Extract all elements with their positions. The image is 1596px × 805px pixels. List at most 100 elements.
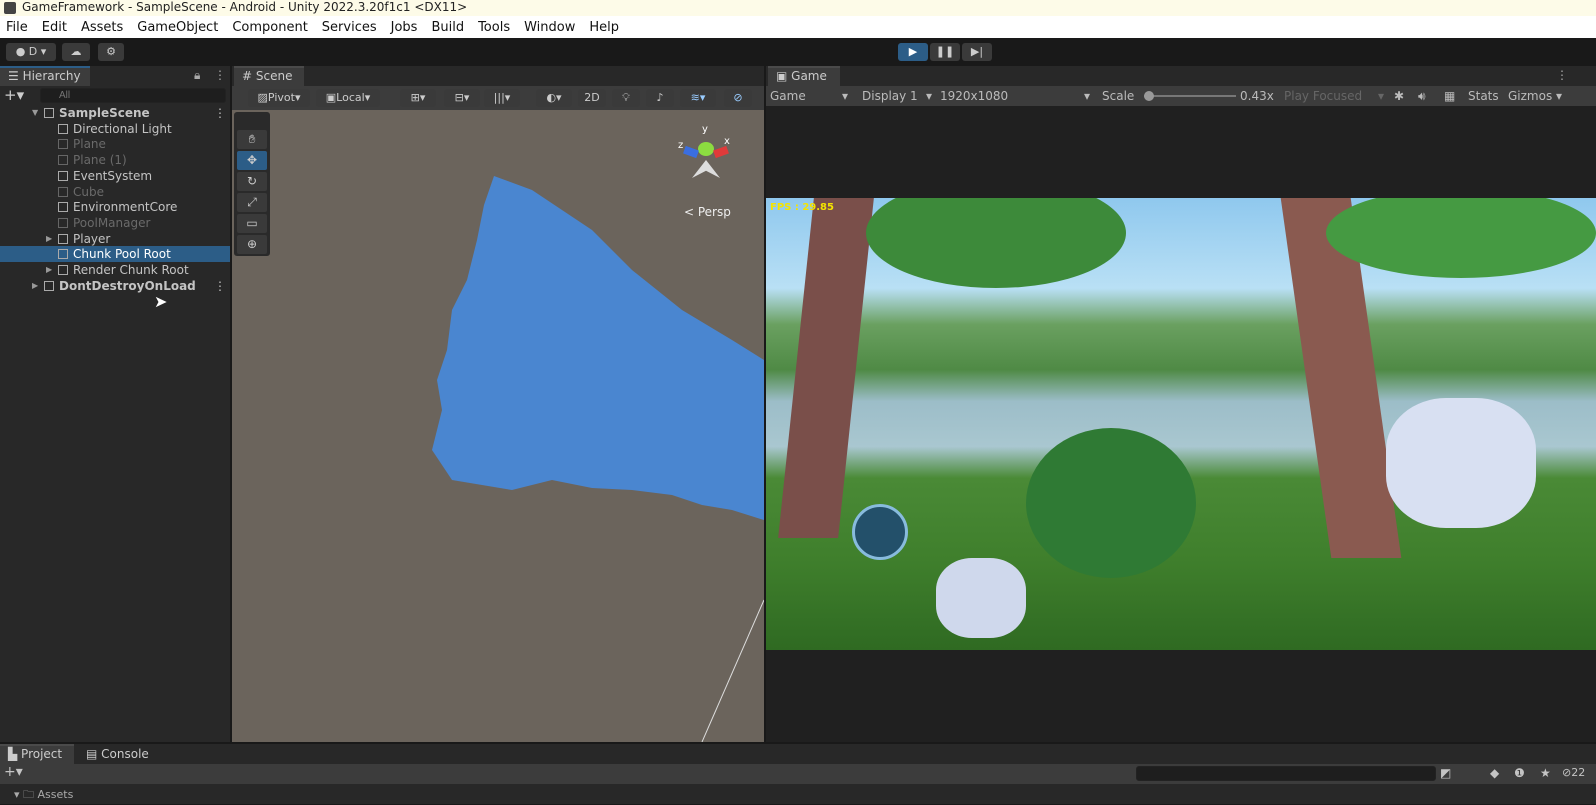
move-tool-icon[interactable]: ✥ — [237, 151, 267, 170]
menu-edit[interactable]: Edit — [42, 20, 67, 35]
assets-label: Assets — [37, 788, 74, 801]
pause-button[interactable]: ❚❚ — [930, 43, 960, 61]
hierarchy-item[interactable]: Chunk Pool Root — [0, 246, 230, 263]
hierarchy-item[interactable]: Plane — [0, 136, 230, 152]
hierarchy-item[interactable]: Cube — [0, 184, 230, 200]
label-icon[interactable]: ◆ — [1490, 766, 1499, 780]
scale-slider[interactable] — [1143, 91, 1236, 101]
star-icon[interactable]: ★ — [1540, 766, 1551, 780]
hierarchy-item[interactable]: ▶ Render Chunk Root — [0, 262, 230, 278]
hidden-count[interactable]: ⊘22 — [1562, 766, 1585, 779]
lighting-icon[interactable]: 💡︎ — [612, 89, 640, 107]
lock-icon[interactable]: 🔒︎ — [194, 68, 200, 83]
scale-tool-icon[interactable]: ⤢ — [237, 193, 267, 212]
hand-tool-icon[interactable]: ✋︎ — [237, 130, 267, 149]
tab-console[interactable]: ▤ Console — [78, 744, 158, 764]
more-icon[interactable]: ⋮ — [1556, 68, 1568, 82]
hierarchy-item-label: EventSystem — [73, 168, 153, 183]
step-button[interactable]: ▶| — [962, 43, 992, 61]
more-icon[interactable]: ⋮ — [214, 278, 226, 294]
play-button[interactable]: ▶ — [898, 43, 928, 61]
hierarchy-item[interactable]: Plane (1) — [0, 152, 230, 168]
bug-icon[interactable]: ✱ — [1394, 86, 1404, 106]
effects-icon[interactable]: ≋▾ — [680, 89, 716, 107]
stats-button[interactable]: Stats — [1468, 86, 1499, 106]
hierarchy-item-label: Chunk Pool Root — [73, 247, 171, 262]
game-viewport[interactable]: FPS : 29.85 — [766, 106, 1596, 742]
local-dropdown[interactable]: ▣Local▾ — [316, 89, 380, 107]
assets-folder[interactable]: ▾ 🗀 Assets — [14, 786, 73, 805]
hierarchy-item[interactable]: ▼ SampleScene ⋮ — [0, 105, 230, 121]
joystick-button[interactable] — [852, 504, 908, 560]
hierarchy-item[interactable]: ▶ DontDestroyOnLoad ⋮ — [0, 278, 230, 294]
menu-component[interactable]: Component — [232, 20, 307, 35]
view-dropdown[interactable]: Game — [770, 86, 806, 106]
tab-project[interactable]: ▙ Project — [0, 744, 74, 764]
scene-visibility-icon[interactable]: ⊘ — [724, 89, 752, 107]
tab-hierarchy[interactable]: ☰ Hierarchy — [0, 66, 90, 86]
mute-audio-icon[interactable]: 🔊︎ — [1418, 86, 1426, 106]
play-mode-dropdown[interactable]: Play Focused — [1284, 86, 1362, 106]
rotate-tool-icon[interactable]: ↻ — [237, 172, 267, 191]
scale-slider-knob[interactable] — [1143, 91, 1154, 101]
display-dropdown[interactable]: Display 1 — [862, 86, 918, 106]
resolution-dropdown[interactable]: 1920x1080 — [940, 86, 1008, 106]
shading-mode-icon[interactable]: ◐▾ — [536, 89, 572, 107]
gizmos-button[interactable]: Gizmos — [1508, 86, 1552, 106]
account-dropdown[interactable]: ● D ▾ — [6, 43, 56, 61]
menu-build[interactable]: Build — [431, 20, 464, 35]
menu-file[interactable]: File — [6, 20, 28, 35]
menu-jobs[interactable]: Jobs — [391, 20, 418, 35]
scene-viewport[interactable]: ✋︎ ✥ ↻ ⤢ ▭ ⊕ y x z < Persp — [232, 110, 764, 742]
menu-gameobject[interactable]: GameObject — [137, 20, 218, 35]
hierarchy-item-label: SampleScene — [59, 106, 150, 120]
toggle-2d-button[interactable]: 2D — [578, 89, 606, 107]
info-icon[interactable]: ❶ — [1514, 766, 1525, 780]
tab-game[interactable]: ▣ Game — [768, 66, 840, 86]
cloud-icon[interactable]: ☁ — [62, 43, 90, 61]
gameobject-icon — [58, 155, 68, 166]
grid-snap-icon[interactable]: ⊞▾ — [400, 89, 436, 107]
orientation-gizmo[interactable]: y x z — [676, 124, 736, 188]
hierarchy-item[interactable]: ▶ Player — [0, 231, 230, 247]
scene-tabbar — [232, 66, 764, 86]
transform-tool-icon[interactable]: ⊕ — [237, 235, 267, 254]
tab-scene[interactable]: # Scene — [234, 66, 304, 86]
grid-icon[interactable]: ▦ — [1444, 86, 1455, 106]
pivot-dropdown[interactable]: ▨Pivot▾ — [248, 89, 310, 107]
menu-assets[interactable]: Assets — [81, 20, 123, 35]
persp-label[interactable]: < Persp — [684, 205, 731, 219]
rock — [936, 558, 1026, 638]
rock — [1386, 398, 1536, 528]
menu-help[interactable]: Help — [589, 20, 619, 35]
settings-icon[interactable]: ⚙ — [98, 43, 124, 61]
add-button[interactable]: +▾ — [4, 86, 24, 104]
menu-tools[interactable]: Tools — [478, 20, 510, 35]
more-icon[interactable]: ⋮ — [214, 105, 226, 121]
expand-arrow-icon[interactable]: ▶ — [32, 278, 38, 294]
hierarchy-item[interactable]: PoolManager — [0, 215, 230, 231]
search-by-type-icon[interactable]: ◩ — [1440, 766, 1451, 780]
game-tabbar — [766, 66, 1596, 86]
hierarchy-item[interactable]: Directional Light — [0, 121, 230, 137]
project-search-input[interactable] — [1136, 766, 1436, 781]
scene-toolbar: ▨Pivot▾ ▣Local▾ ⊞▾ ⊟▾ |||▾ ◐▾ 2D 💡︎ ♪ ≋▾… — [232, 86, 764, 110]
hierarchy-item[interactable]: EnvironmentCore — [0, 199, 230, 215]
add-button[interactable]: +▾ — [4, 764, 23, 780]
menu-services[interactable]: Services — [322, 20, 377, 35]
hierarchy-search-input[interactable] — [40, 88, 226, 103]
tree-canopy — [1326, 198, 1596, 278]
rect-tool-icon[interactable]: ▭ — [237, 214, 267, 233]
snap-increment-icon[interactable]: |||▾ — [484, 89, 520, 107]
expand-arrow-icon[interactable]: ▶ — [46, 231, 52, 247]
collapse-arrow-icon[interactable]: ▼ — [32, 105, 38, 121]
gameobject-icon — [58, 186, 68, 197]
hierarchy-item-label: EnvironmentCore — [73, 200, 178, 215]
audio-icon[interactable]: ♪ — [646, 89, 674, 107]
more-icon[interactable]: ⋮ — [214, 68, 226, 82]
menu-window[interactable]: Window — [524, 20, 575, 35]
bush — [1026, 428, 1196, 578]
hierarchy-item[interactable]: EventSystem — [0, 168, 230, 184]
expand-arrow-icon[interactable]: ▶ — [46, 262, 52, 278]
grid-visibility-icon[interactable]: ⊟▾ — [444, 89, 480, 107]
